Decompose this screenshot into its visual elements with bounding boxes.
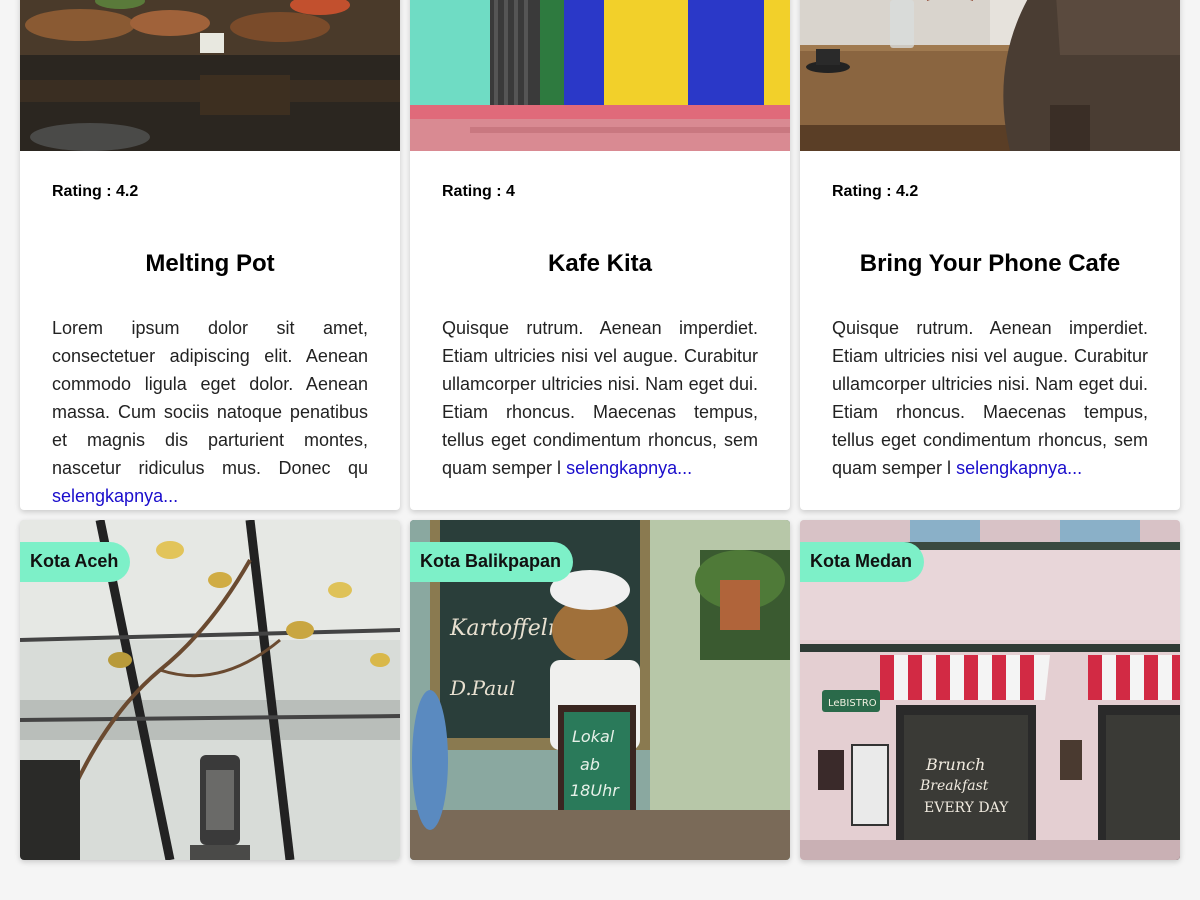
svg-text:Brunch: Brunch (925, 755, 985, 774)
cafe-card[interactable]: Rating : 4.2 Bring Your Phone Cafe Quisq… (800, 0, 1180, 510)
cafe-description: Quisque rutrum. Aenean imperdiet. Etiam … (442, 314, 758, 482)
read-more-link[interactable]: selengkapnya... (52, 486, 178, 506)
colorful-door-photo[interactable] (410, 0, 790, 151)
read-more-link[interactable]: selengkapnya... (566, 458, 692, 478)
cafe-table-photo[interactable] (800, 0, 1180, 151)
svg-text:Lokal: Lokal (572, 727, 615, 746)
cafe-name: Bring Your Phone Cafe (859, 250, 1121, 277)
city-card[interactable]: mit Kartoffeln D.Paul Lokal ab 18Uhr Kot… (410, 520, 790, 860)
cafe-description: Lorem ipsum dolor sit amet, consectetuer… (52, 314, 368, 510)
read-more-link[interactable]: selengkapnya... (956, 458, 1082, 478)
cafe-description: Quisque rutrum. Aenean imperdiet. Etiam … (832, 314, 1148, 482)
rating-label: Rating : 4 (442, 183, 515, 200)
cafe-card[interactable]: Rating : 4.2 Melting Pot Lorem ipsum dol… (20, 0, 400, 510)
cafe-card[interactable]: Rating : 4 Kafe Kita Quisque rutrum. Aen… (410, 0, 790, 510)
rating-label: Rating : 4.2 (832, 183, 919, 200)
cafe-name: Kafe Kita (547, 250, 653, 277)
svg-text:EVERY DAY: EVERY DAY (924, 800, 1009, 816)
city-card[interactable]: Kota Aceh (20, 520, 400, 860)
city-badge: Kota Balikpapan (410, 542, 574, 582)
description-text: Quisque rutrum. Aenean imperdiet. Etiam … (832, 318, 1148, 478)
svg-text:LeBISTRO: LeBISTRO (828, 698, 877, 709)
city-badge: Kota Medan (800, 542, 925, 582)
city-badge: Kota Aceh (20, 542, 131, 582)
rating-label: Rating : 4.2 (52, 183, 139, 200)
description-text: Lorem ipsum dolor sit amet, consectetuer… (52, 318, 368, 478)
svg-text:Breakfast: Breakfast (919, 778, 989, 794)
cafe-name: Melting Pot (145, 250, 275, 277)
city-card[interactable]: Brunch Breakfast EVERY DAY LeBISTRO Kota… (800, 520, 1180, 860)
svg-text:Kartoffeln: Kartoffeln (449, 616, 562, 641)
restaurant-grid: Rating : 4.2 Melting Pot Lorem ipsum dol… (20, 0, 1180, 860)
bakery-display-photo[interactable] (20, 0, 400, 151)
svg-text:D.Paul: D.Paul (449, 676, 515, 700)
svg-text:18Uhr: 18Uhr (570, 781, 620, 800)
svg-text:ab: ab (580, 755, 600, 774)
description-text: Quisque rutrum. Aenean imperdiet. Etiam … (442, 318, 758, 478)
